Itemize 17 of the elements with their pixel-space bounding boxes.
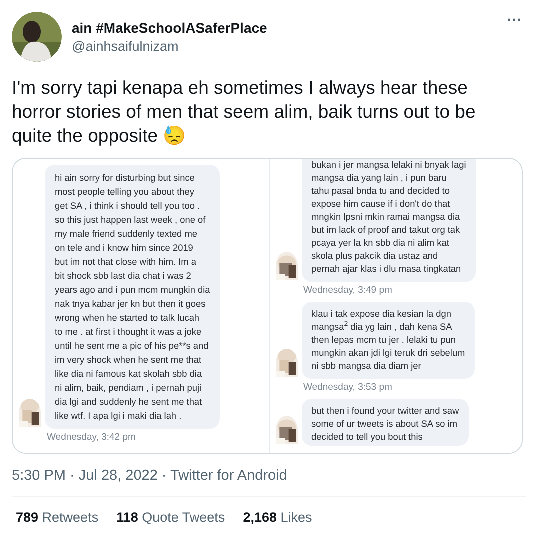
stat-link[interactable]: 789 Retweets xyxy=(16,510,99,525)
stat-link[interactable]: 2,168 Likes xyxy=(243,510,312,525)
chat-screenshot[interactable] xyxy=(268,159,522,453)
message-time: Wednesday, 3:42 pm xyxy=(46,432,137,444)
tweet-text: I'm sorry tapi kenapa eh sometimes I always hear these horror stories of men that seem alim, baik turns out to be quite the opposite 😓 xyxy=(12,76,477,148)
message-time: Wednesday, 3:53 pm xyxy=(302,382,394,394)
more-button[interactable]: ··· xyxy=(503,12,526,29)
message-bubble: klau i tak expose dia kesian la dgn mangsa$^{2}$ dia yg lain , dah kena SA then lepas mcm tu jer . lelaki tu pun mungkin akan jdi lgi teruk dri sebelum ni sbb mangsa dia diam jer xyxy=(302,302,476,379)
tweet-meta: 5:30 PM · Jul 28, 2022 · Twitter for Android xyxy=(12,468,288,484)
message-bubble: bukan i jer mangsa lelaki ni bnyak lagi mangsa dia yang lain , i pun baru tahu pasal bnda tu and decided to expose him cause if i don't do that mngkin lpsni mkin ramai mangsa dia but im lack of proof and takut org tak pcaya yer la kn sbb dia ni alim kat skola plus pakcik dia ustaz and pernah ajar klas i dlu masa tingkatan xyxy=(302,159,476,282)
author-handle[interactable]: @ainhsaifulnizam xyxy=(72,39,493,54)
message-bubble: hi ain sorry for disturbing but since most people telling you about they get SA , i think i should tell you too . so this just happen last week , one of my male friend suddenly texted me on tele and i know him since 2019 but im not that close with him. Im a bit shock sbb last dia chat i was 2 years ago and i pun mcm mungkin dia nak tnya kabar jer kn but then it goes wrong when he started to talk lucah to me . at first i thought it was a joke until he sent me a pic of his pe**s and im very shock when he sent me that like dia ni famous kat skolah sbb dia ni alim, baik, pendiam , i pernah puji dia lgi and suddenly he sent me that like wtf. I apa lgi i maki dia lah . xyxy=(45,165,220,429)
avatar[interactable] xyxy=(12,12,62,62)
message-time: Wednesday, 3:49 pm xyxy=(302,285,394,297)
message-bubble: but then i found your twitter and saw some of ur tweets is about SA so im decided to tell you bout this xyxy=(302,399,470,446)
stat-link[interactable]: 118 Quote Tweets xyxy=(116,510,226,525)
author-name[interactable]: ain #MakeSchoolASaferPlace xyxy=(72,20,493,36)
